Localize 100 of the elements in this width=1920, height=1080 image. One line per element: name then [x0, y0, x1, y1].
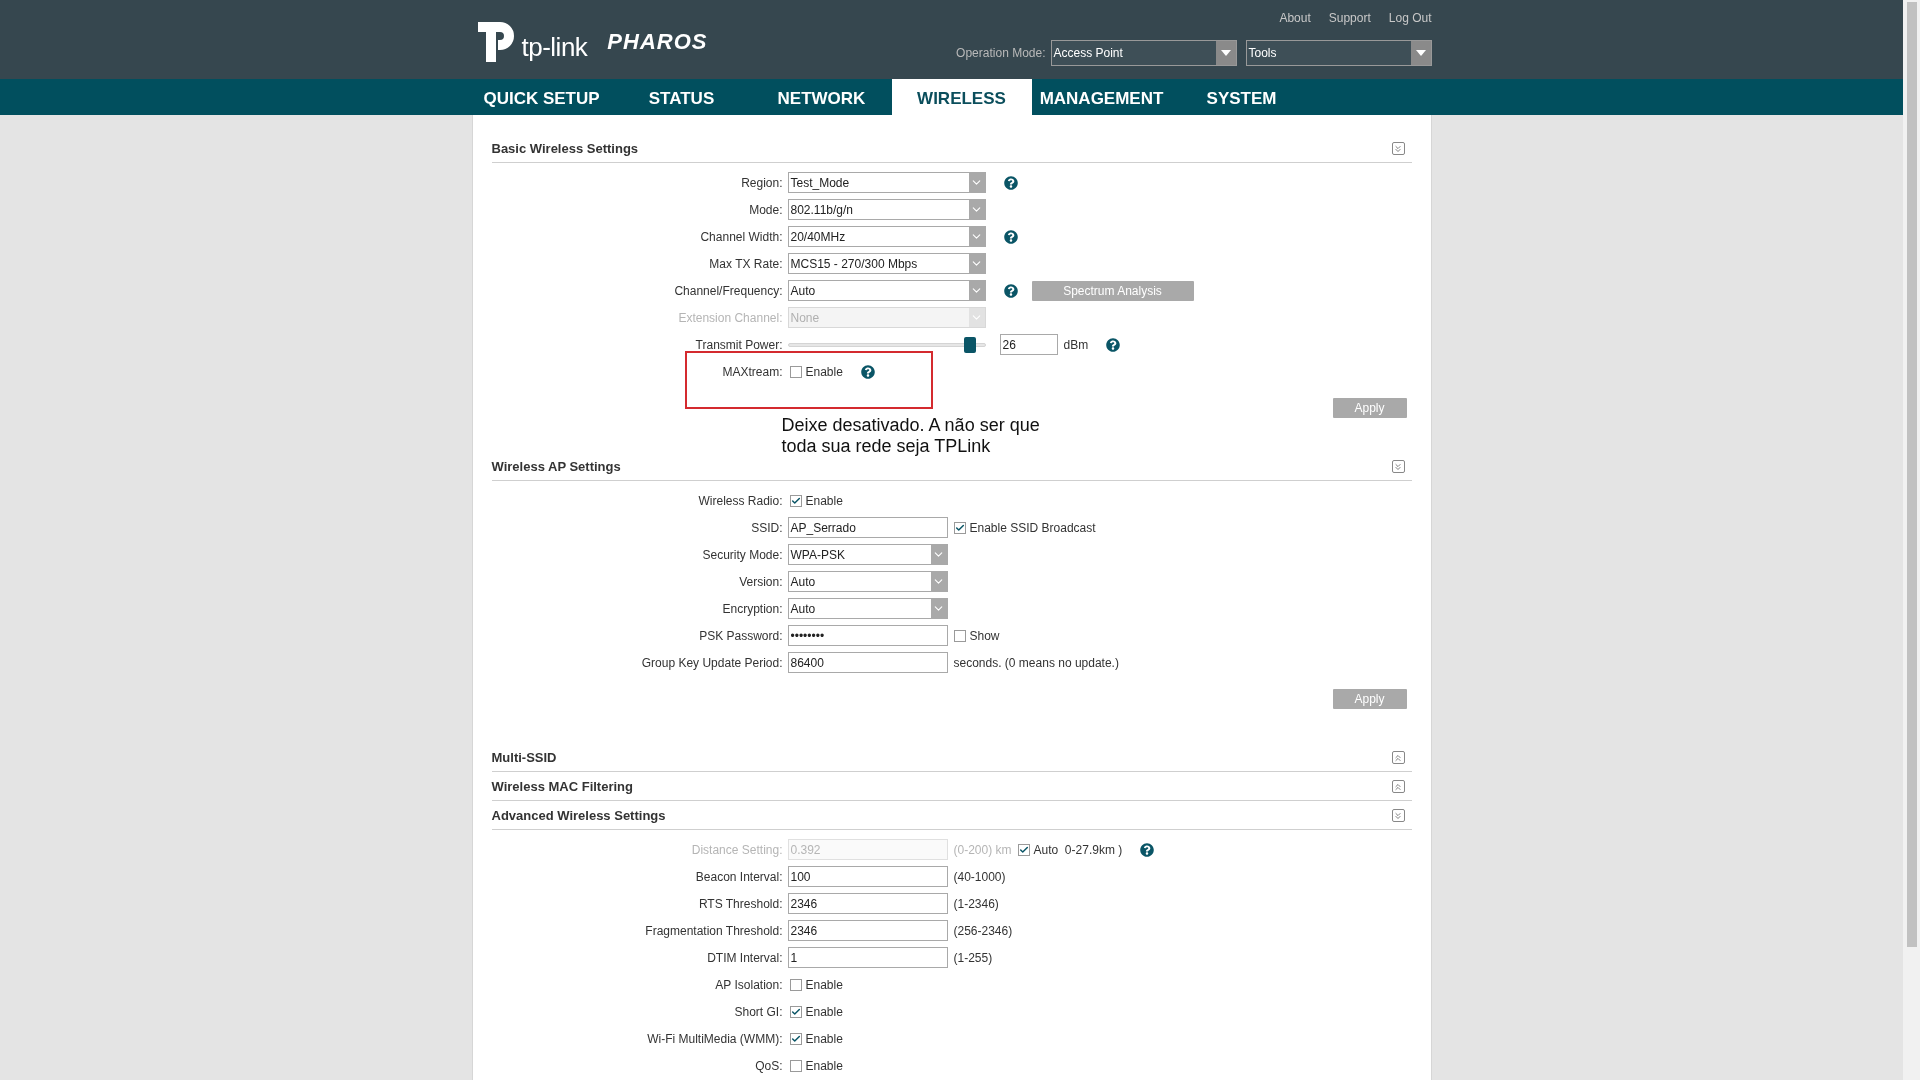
field-hint: (40-1000)	[953, 868, 1006, 886]
text-field[interactable]: 86400	[787, 652, 948, 673]
field-label: Region:	[740, 174, 784, 192]
nav-tab[interactable]: STATUS	[611, 78, 752, 115]
text-field[interactable]: 1	[787, 947, 948, 968]
double-chevron-up-icon	[1393, 752, 1403, 763]
scrollbar-thumb[interactable]	[1906, 2, 1917, 947]
field-label: Transmit Power:	[694, 336, 784, 354]
checkbox[interactable]: Show	[953, 626, 1000, 645]
checkbox-square[interactable]	[789, 1059, 802, 1072]
field-label: Extension Channel:	[677, 309, 784, 327]
dropdown[interactable]: Auto	[787, 571, 948, 592]
field-hint: (1-255)	[953, 949, 993, 967]
field-label: Max TX Rate:	[708, 255, 784, 273]
section-title: Multi-SSID	[491, 748, 557, 767]
checkbox[interactable]: Enable	[789, 975, 843, 994]
field-label: Beacon Interval:	[694, 868, 784, 886]
field-label: Mode:	[748, 201, 784, 219]
help-icon[interactable]	[1106, 337, 1121, 352]
header-link[interactable]: Log Out	[1388, 9, 1432, 27]
help-icon[interactable]	[1003, 283, 1018, 298]
field-label: Channel Width:	[699, 228, 784, 246]
checkbox[interactable]: Enable	[789, 1002, 843, 1021]
check-icon	[790, 1006, 801, 1017]
product-name: PHAROS	[607, 27, 708, 56]
checkbox-square[interactable]	[789, 365, 802, 378]
dropdown[interactable]: 20/40MHz	[787, 226, 986, 247]
checkbox-square[interactable]	[789, 978, 802, 991]
double-chevron-down-icon	[1393, 810, 1403, 821]
expand-toggle[interactable]	[1391, 780, 1405, 793]
checkbox[interactable]: Enable SSID Broadcast	[953, 518, 1096, 537]
help-icon[interactable]	[860, 364, 875, 379]
nav-tab[interactable]: QUICK SETUP	[471, 78, 612, 115]
dropdown[interactable]: Auto	[787, 598, 948, 619]
dropdown[interactable]: WPA-PSK	[787, 544, 948, 565]
dropdown[interactable]: Test_Mode	[787, 172, 986, 193]
dropdown[interactable]: Auto	[787, 280, 986, 301]
checkbox[interactable]: Enable	[789, 362, 843, 381]
text-field[interactable]: ••••••••	[787, 625, 948, 646]
nav-tab[interactable]: MANAGEMENT	[1031, 78, 1172, 115]
nav-tab[interactable]: WIRELESS	[891, 78, 1032, 115]
section-title: Basic Wireless Settings	[491, 139, 639, 158]
checkbox[interactable]: Enable	[789, 491, 843, 510]
field-hint: (256-2346)	[953, 922, 1013, 940]
field-label: PSK Password:	[698, 627, 784, 645]
scrollbar[interactable]	[1903, 0, 1920, 1080]
section-title: Wireless AP Settings	[491, 457, 621, 476]
field-label: MAXtream:	[721, 363, 784, 381]
field-label: Short GI:	[733, 1003, 784, 1021]
field-label: Security Mode:	[701, 546, 784, 564]
nav-tab[interactable]: SYSTEM	[1171, 78, 1312, 115]
annotation-note: Deixe desativado. A não ser que toda sua rede seja TPLink	[781, 415, 1040, 457]
double-chevron-down-icon	[1393, 143, 1403, 154]
field-label: Group Key Update Period:	[640, 654, 784, 672]
field-label: RTS Threshold:	[697, 895, 784, 913]
text-field[interactable]: 2346	[787, 893, 948, 914]
field-label: Version:	[738, 573, 784, 591]
header-link[interactable]: Support	[1328, 9, 1371, 27]
collapse-toggle[interactable]	[1391, 460, 1405, 473]
dropdown-arrow-icon	[1415, 50, 1426, 56]
collapse-toggle[interactable]	[1391, 809, 1405, 822]
double-chevron-down-icon	[1393, 461, 1403, 472]
expand-toggle[interactable]	[1391, 751, 1405, 764]
field-label: SSID:	[750, 519, 784, 537]
power-slider-track[interactable]	[787, 336, 986, 353]
field-label: Encryption:	[721, 600, 784, 618]
checkbox-square[interactable]	[953, 629, 966, 642]
field-hint: (0-200) km	[953, 841, 1012, 859]
tools-dropdown[interactable]: Tools	[1245, 40, 1432, 66]
collapse-toggle[interactable]	[1391, 142, 1405, 155]
nav-tab[interactable]: NETWORK	[751, 78, 892, 115]
field-hint: (1-2346)	[953, 895, 999, 913]
check-icon	[790, 1033, 801, 1044]
help-icon[interactable]	[1003, 175, 1018, 190]
check-icon	[1018, 844, 1029, 855]
field-label: AP Isolation:	[714, 976, 784, 994]
dropdown[interactable]: 802.11b/g/n	[787, 199, 986, 220]
dropdown[interactable]: MCS15 - 270/300 Mbps	[787, 253, 986, 274]
help-icon[interactable]	[1003, 229, 1018, 244]
text-field[interactable]: AP_Serrado	[787, 517, 948, 538]
text-field[interactable]: 100	[787, 866, 948, 887]
checkbox-square[interactable]	[789, 1005, 802, 1018]
operation-mode-dropdown[interactable]: Access Point	[1050, 40, 1237, 66]
field-label: DTIM Interval:	[706, 949, 784, 967]
checkbox[interactable]: Enable	[789, 1056, 843, 1075]
checkbox-square[interactable]	[789, 1032, 802, 1045]
section-title: Advanced Wireless Settings	[491, 806, 666, 825]
field-hint: seconds. (0 means no update.)	[953, 654, 1119, 672]
checkbox-square[interactable]	[789, 494, 802, 507]
text-field[interactable]: 2346	[787, 920, 948, 941]
checkbox-square[interactable]	[953, 521, 966, 534]
slider-thumb[interactable]	[964, 336, 977, 353]
field-hint: dBm	[1063, 336, 1089, 354]
help-icon[interactable]	[1140, 842, 1155, 857]
operation-mode-label: Operation Mode:	[956, 45, 1046, 62]
section-title: Wireless MAC Filtering	[491, 777, 633, 796]
field-label: Fragmentation Threshold:	[644, 922, 784, 940]
text-field[interactable]: 26	[999, 334, 1058, 355]
checkbox[interactable]: Enable	[789, 1029, 843, 1048]
header-link[interactable]: About	[1279, 9, 1311, 27]
